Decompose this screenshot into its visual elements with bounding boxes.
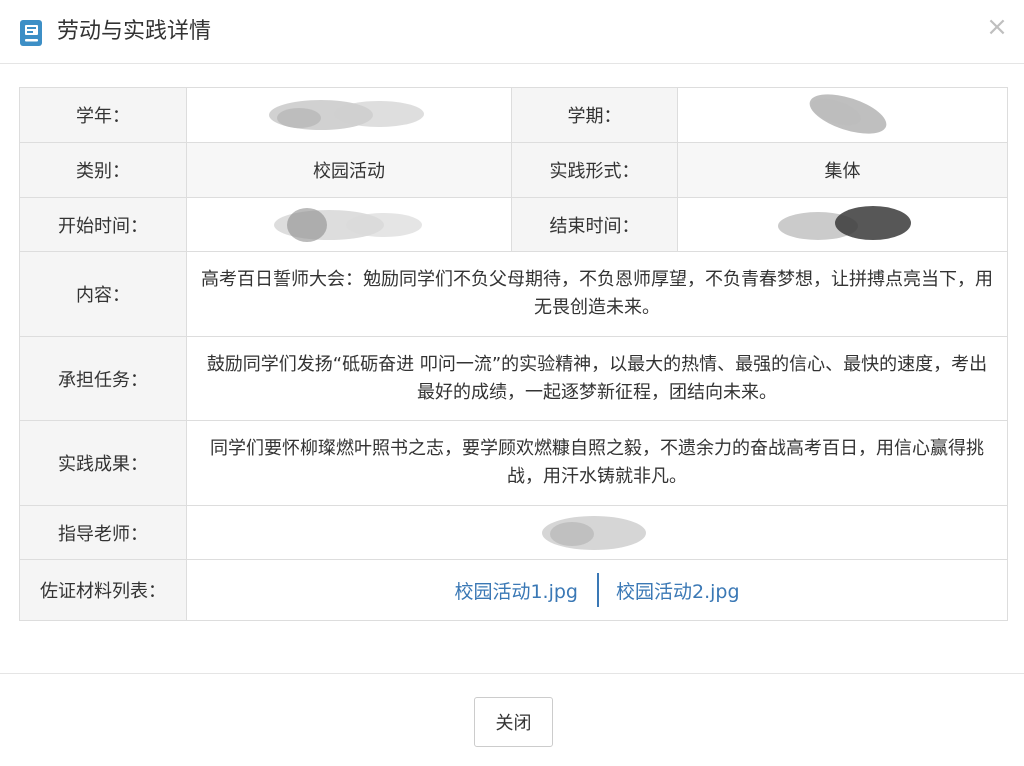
materials-value: 校园活动1.jpg 校园活动2.jpg	[186, 559, 1008, 621]
tasks-value: 鼓励同学们发扬“砥砺奋进 叩问一流”的实验精神，以最大的热情、最强的信心、最快的…	[186, 336, 1008, 421]
practice-form-label: 实践形式：	[511, 142, 678, 198]
start-time-value	[186, 197, 512, 252]
school-year-label: 学年：	[19, 87, 187, 143]
file-link-1[interactable]: 校园活动1.jpg	[454, 577, 578, 604]
table-row: 承担任务： 鼓励同学们发扬“砥砺奋进 叩问一流”的实验精神，以最大的热情、最强的…	[19, 336, 1008, 421]
category-label: 类别：	[19, 142, 187, 198]
table-row: 类别： 校园活动 实践形式： 集体	[19, 142, 1008, 198]
table-row: 佐证材料列表： 校园活动1.jpg 校园活动2.jpg	[19, 559, 1008, 621]
dialog-header: 劳动与实践详情 ×	[0, 0, 1024, 64]
semester-label: 学期：	[511, 87, 678, 143]
table-row: 开始时间： 结束时间：	[19, 197, 1008, 252]
file-list: 校园活动1.jpg 校园活动2.jpg	[454, 573, 740, 607]
redacted-smudge	[269, 100, 424, 130]
school-year-value	[186, 87, 512, 143]
book-icon	[20, 20, 42, 46]
dialog-footer: 关闭	[0, 673, 1024, 766]
table-row: 指导老师：	[19, 505, 1008, 560]
redacted-smudge	[777, 205, 911, 240]
results-label: 实践成果：	[19, 420, 187, 506]
table-row: 学年： 学期：	[19, 87, 1008, 143]
table-row: 实践成果： 同学们要怀柳璨燃叶照书之志，要学顾欢燃糠自照之毅，不遗余力的奋战高考…	[19, 420, 1008, 506]
table-row: 内容： 高考百日誓师大会：勉励同学们不负父母期待，不负恩师厚望，不负青春梦想，让…	[19, 251, 1008, 337]
start-time-label: 开始时间：	[19, 197, 187, 252]
content-label: 内容：	[19, 251, 187, 337]
category-value: 校园活动	[186, 142, 512, 198]
end-time-label: 结束时间：	[511, 197, 678, 252]
content-value: 高考百日誓师大会：勉励同学们不负父母期待，不负恩师厚望，不负青春梦想，让拼搏点亮…	[186, 251, 1008, 337]
practice-form-value: 集体	[677, 142, 1008, 198]
file-link-2[interactable]: 校园活动2.jpg	[616, 577, 740, 604]
semester-value	[677, 87, 1008, 143]
redacted-smudge	[809, 94, 886, 134]
materials-label: 佐证材料列表：	[19, 559, 187, 621]
teacher-label: 指导老师：	[19, 505, 187, 560]
file-divider	[597, 573, 599, 607]
end-time-value	[677, 197, 1008, 252]
teacher-value	[186, 505, 1008, 560]
redacted-smudge	[274, 207, 422, 242]
close-button[interactable]: 关闭	[474, 697, 553, 747]
results-value: 同学们要怀柳璨燃叶照书之志，要学顾欢燃糠自照之毅，不遗余力的奋战高考百日，用信心…	[186, 420, 1008, 506]
dialog-title: 劳动与实践详情	[57, 19, 212, 44]
tasks-label: 承担任务：	[19, 336, 187, 421]
close-icon[interactable]: ×	[984, 12, 1010, 42]
detail-table: 学年： 学期： 类别： 校园活动 实践形式： 集体 开始时间： 结束时间： 内容…	[19, 87, 1008, 621]
redacted-smudge	[542, 515, 646, 550]
